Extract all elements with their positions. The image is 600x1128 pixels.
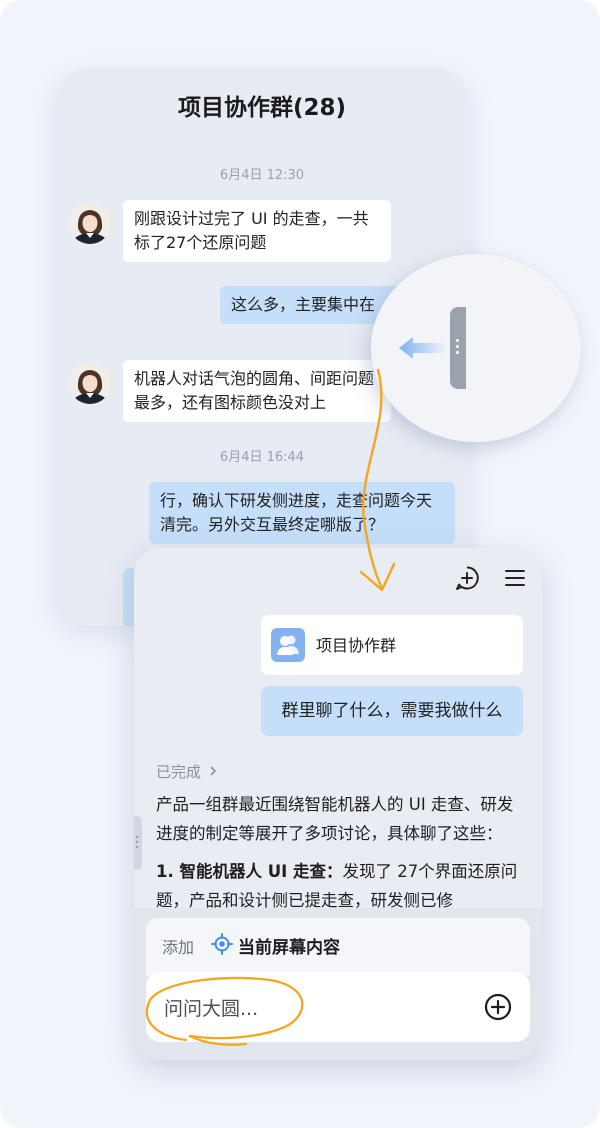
assistant-answer: 产品一组群最近围绕智能机器人的 UI 走查、研发进度的制定等展开了多项讨论，具体… [156,790,528,915]
status-label: 已完成 [156,763,202,781]
avatar [69,362,111,404]
group-icon [271,628,305,662]
assistant-panel: 项目协作群 群里聊了什么，需要我做什么 已完成 产品一组群最近围绕智能机器人的 … [134,548,542,1060]
current-screen-chip[interactable]: 当前屏幕内容 [238,933,340,958]
context-card[interactable]: 项目协作群 [261,615,523,675]
answer-intro: 产品一组群最近围绕智能机器人的 UI 走查、研发进度的制定等展开了多项讨论，具体… [156,795,514,843]
chat-title: 项目协作群(28) [177,95,347,121]
add-label: 添加 [162,938,195,957]
new-chat-icon[interactable] [454,565,480,591]
message-bubble-received[interactable]: 刚跟设计过完了 UI 的走查，一共标了27个还原问题 [123,200,391,262]
target-icon[interactable] [211,933,233,955]
chevron-right-icon [210,766,216,776]
input-placeholder: 问问大圆... [164,998,259,1020]
answer-item-1: 1. 智能机器人 UI 走查：发现了 27个界面还原问题，产品和设计侧已提走查，… [156,857,528,915]
arrow-left-icon [399,337,447,359]
chat-input[interactable]: 问问大圆... [146,972,530,1042]
timestamp: 6月4日 16:44 [219,450,305,465]
input-panel: 添加 当前屏幕内容 问问大圆... [134,908,542,1060]
answer-item-1-title: 1. 智能机器人 UI 走查： [156,862,343,881]
user-message-bubble[interactable]: 群里聊了什么，需要我做什么 [261,686,523,736]
side-drag-handle[interactable] [134,816,142,870]
illustration-canvas: 项目协作群(28) 6月4日 12:30 刚跟设计过完了 UI 的走查，一共标了… [0,0,600,1128]
status-done[interactable]: 已完成 [156,761,218,782]
magnifier-lens [371,254,581,442]
timestamp: 6月4日 12:30 [219,168,305,183]
avatar [69,202,111,244]
plus-circle-icon[interactable] [483,992,513,1022]
drag-handle[interactable] [450,307,466,389]
message-bubble-sent[interactable]: 行，确认下研发侧进度，走查问题今天清完。另外交互最终定哪版了？ [149,482,455,544]
add-context-bar: 添加 当前屏幕内容 [146,918,530,976]
message-bubble-received[interactable]: 机器人对话气泡的圆角、间距问题最多，还有图标颜色没对上 [123,360,391,422]
context-label: 项目协作群 [316,636,397,655]
menu-icon[interactable] [502,565,528,591]
